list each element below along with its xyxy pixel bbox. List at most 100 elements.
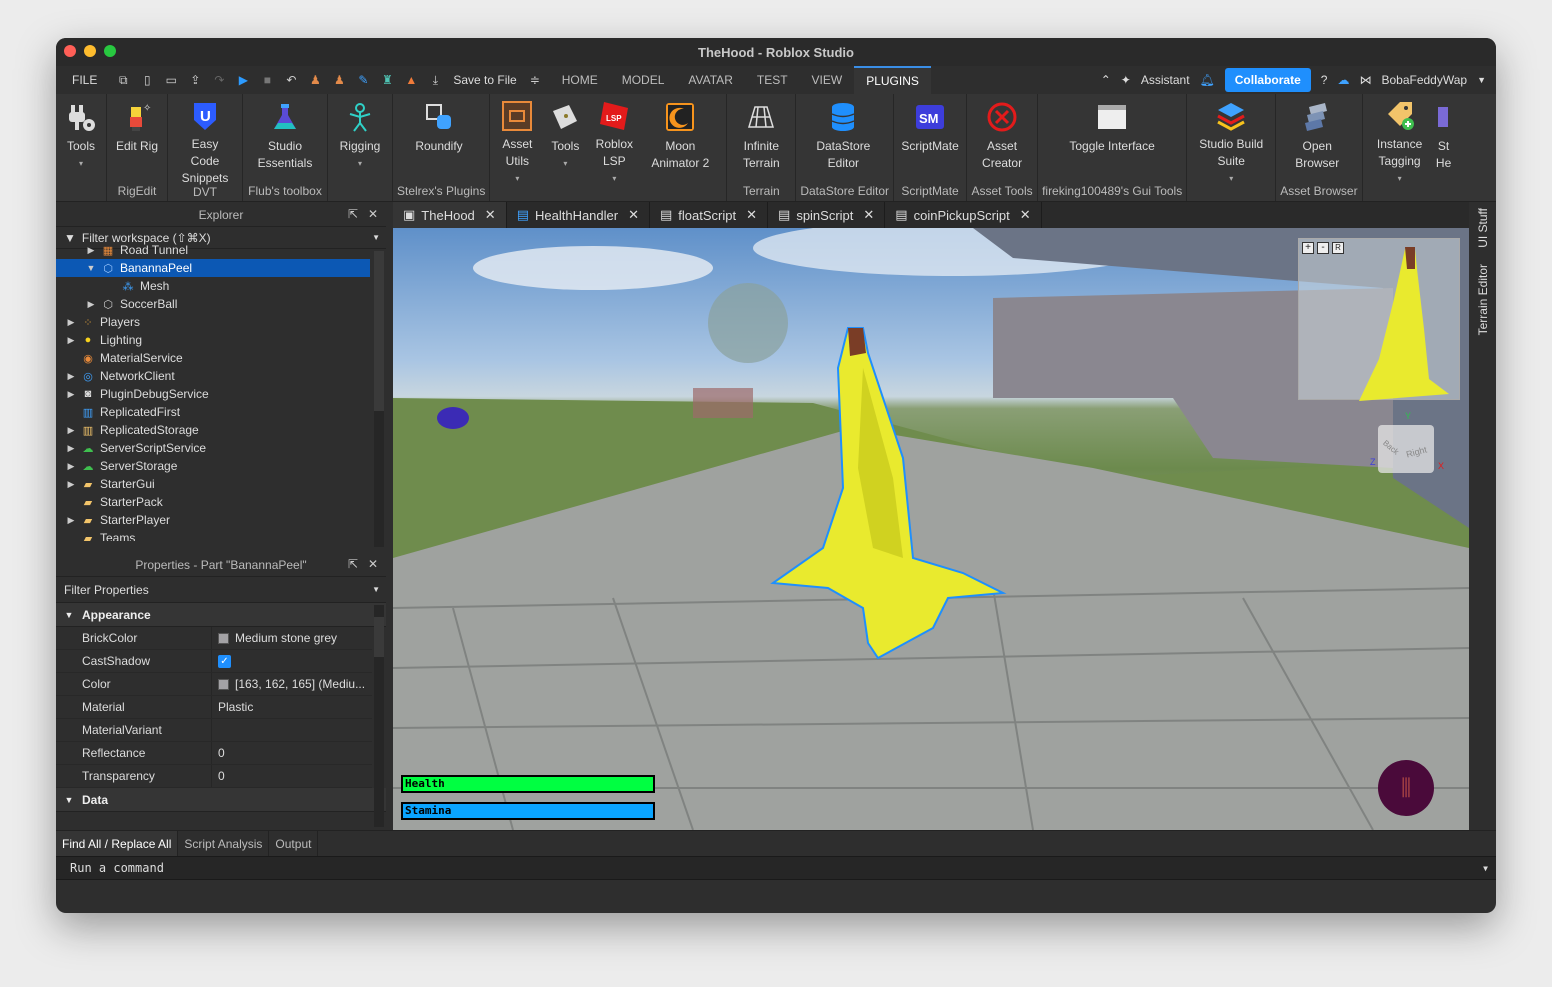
tree-item[interactable]: ▶ ▦ Road Tunnel [56, 241, 370, 259]
expand-arrow-icon[interactable]: ▶ [64, 371, 78, 382]
minimap-preview[interactable]: + - R [1298, 238, 1460, 401]
minimize-window-button[interactable] [84, 45, 96, 57]
character-icon[interactable]: ♟ [308, 73, 322, 87]
close-icon[interactable]: ✕ [368, 207, 378, 221]
pen-tool-icon[interactable]: ✎ [356, 73, 370, 87]
terrain-editor-tab[interactable]: Terrain Editor [1476, 264, 1490, 335]
ribbon-tools-button[interactable]: Tools ▾ [60, 94, 102, 181]
ribbon-rigging-button[interactable]: Rigging ▾ [332, 94, 388, 181]
tree-item[interactable]: ▥ ReplicatedFirst [56, 403, 370, 421]
tab-home[interactable]: HOME [550, 66, 610, 94]
ui-stuff-tab[interactable]: UI Stuff [1476, 208, 1490, 248]
tab-find-replace[interactable]: Find All / Replace All [56, 831, 179, 856]
help-icon[interactable]: ? [1321, 73, 1328, 87]
expand-arrow-icon[interactable]: ▶ [64, 389, 78, 400]
expand-arrow-icon[interactable]: ▶ [64, 425, 78, 436]
tree-item[interactable]: ⁂ Mesh [56, 277, 370, 295]
character-alt-icon[interactable]: ♟ [332, 73, 346, 87]
save-to-file-button[interactable]: Save to File [453, 73, 516, 87]
expand-arrow-icon[interactable]: ▶ [64, 461, 78, 472]
ribbon-moon-animator-button[interactable]: Moon Animator 2 [638, 94, 722, 182]
property-value[interactable]: ✓ [212, 654, 237, 668]
tab-plugins[interactable]: PLUGINS [854, 66, 931, 94]
properties-scrollbar[interactable] [374, 605, 384, 827]
notification-bell-icon[interactable]: 🔔︎ [1200, 73, 1215, 87]
expand-arrow-icon[interactable]: ▶ [84, 245, 98, 256]
tree-item[interactable]: ▰ Teams [56, 529, 370, 541]
property-row[interactable]: BrickColor Medium stone grey [56, 627, 372, 650]
expand-arrow-icon[interactable]: ▶ [64, 335, 78, 346]
undo-icon[interactable]: ↶ [284, 73, 298, 87]
property-value[interactable]: 0 [212, 769, 225, 783]
stop-icon[interactable]: ■ [260, 73, 274, 87]
expand-arrow-icon[interactable]: ▼ [84, 263, 98, 273]
username-menu[interactable]: BobaFeddyWap [1381, 73, 1467, 87]
tree-item[interactable]: ▶ ▰ StarterPlayer [56, 511, 370, 529]
ribbon-roblox-lsp-button[interactable]: LSP Roblox LSP ▾ [590, 94, 638, 183]
ribbon-truncated-plugin-button[interactable]: St He [1433, 94, 1455, 182]
close-icon[interactable]: ✕ [628, 207, 639, 223]
expand-arrow-icon[interactable]: ▶ [64, 479, 78, 490]
expand-arrow-icon[interactable]: ▶ [84, 299, 98, 310]
explorer-scrollbar[interactable] [374, 251, 384, 547]
ribbon-instance-tagging-button[interactable]: Instance Tagging ▾ [1367, 94, 1433, 183]
property-value[interactable]: Medium stone grey [212, 631, 337, 645]
tab-test[interactable]: TEST [745, 66, 800, 94]
ribbon-open-browser-button[interactable]: Open Browser [1280, 94, 1354, 181]
tab-floatscript[interactable]: ▤ floatScript ✕ [650, 202, 769, 228]
tab-view[interactable]: VIEW [800, 66, 855, 94]
new-file-icon[interactable]: ▯ [140, 73, 154, 87]
data-section[interactable]: ▼ Data [56, 788, 386, 812]
command-input[interactable]: Run a command [56, 861, 164, 875]
cloud-icon[interactable]: ☁ [1337, 73, 1349, 87]
appearance-section[interactable]: ▼ Appearance [56, 603, 386, 627]
tree-item[interactable]: ▰ StarterPack [56, 493, 370, 511]
publish-icon[interactable]: ⇪ [188, 73, 202, 87]
view-cube[interactable]: Y Back Right Z X [1368, 411, 1448, 483]
close-icon[interactable]: ✕ [368, 557, 378, 571]
tree-item[interactable]: ▶ ⁘ Players [56, 313, 370, 331]
tab-avatar[interactable]: AVATAR [676, 66, 744, 94]
tree-item[interactable]: ▼ ⬡ BanannaPeel [56, 259, 370, 277]
chevron-down-icon[interactable]: ▼ [1469, 864, 1496, 873]
ribbon-toggle-interface-button[interactable]: Toggle Interface [1042, 94, 1182, 181]
share-icon[interactable]: ⋈ [1359, 73, 1371, 87]
tab-spinscript[interactable]: ▤ spinScript ✕ [768, 202, 886, 228]
property-row[interactable]: CastShadow ✓ [56, 650, 372, 673]
tab-script-analysis[interactable]: Script Analysis [178, 831, 270, 856]
ribbon-asset-utils-button[interactable]: Asset Utils ▾ [494, 94, 540, 183]
expand-arrow-icon[interactable]: ▶ [64, 443, 78, 454]
property-row[interactable]: Color [163, 162, 165] (Mediu... [56, 673, 372, 696]
ribbon-tools-2-button[interactable]: Tools ▾ [540, 94, 590, 182]
color-swatch[interactable] [218, 678, 229, 690]
close-icon[interactable]: ✕ [746, 207, 757, 223]
close-icon[interactable]: ✕ [1020, 207, 1031, 223]
ribbon-scriptmate-button[interactable]: SM ScriptMate [898, 94, 962, 181]
property-value[interactable]: Plastic [212, 700, 253, 714]
save-download-icon[interactable]: ⤓ [428, 73, 442, 87]
mixer-icon[interactable]: ⫼ [1378, 760, 1434, 816]
assistant-button[interactable]: Assistant [1141, 73, 1190, 87]
tree-item[interactable]: ▶ ⬡ SoccerBall [56, 295, 370, 313]
tree-item[interactable]: ▶ ◎ NetworkClient [56, 367, 370, 385]
ribbon-easy-code-snippets-button[interactable]: U Easy Code Snippets [172, 94, 238, 185]
banana-peel-model[interactable] [753, 308, 1053, 668]
close-icon[interactable]: ✕ [485, 207, 496, 223]
checkbox-checked-icon[interactable]: ✓ [218, 654, 231, 668]
copy-icon[interactable]: ⧉ [116, 73, 130, 87]
play-icon[interactable]: ▶ [236, 73, 250, 87]
chevron-down-icon[interactable]: ▼ [372, 585, 380, 594]
tree-item[interactable]: ▶ ☁ ServerScriptService [56, 439, 370, 457]
property-row[interactable]: Material Plastic [56, 696, 372, 719]
expand-arrow-icon[interactable]: ▶ [64, 515, 78, 526]
ribbon-roundify-button[interactable]: Roundify [397, 94, 481, 181]
undock-icon[interactable]: ⇱ [348, 557, 358, 571]
undock-icon[interactable]: ⇱ [348, 207, 358, 221]
property-value[interactable]: [163, 162, 165] (Mediu... [212, 677, 365, 691]
ribbon-edit-rig-button[interactable]: ✧ Edit Rig [111, 94, 163, 181]
property-value[interactable]: 0 [212, 746, 225, 760]
alert-plugin-icon[interactable]: ▲ [404, 73, 418, 87]
tree-item[interactable]: ▶ ◙ PluginDebugService [56, 385, 370, 403]
chevron-down-icon[interactable]: ▼ [1477, 75, 1486, 85]
close-icon[interactable]: ✕ [863, 207, 874, 223]
